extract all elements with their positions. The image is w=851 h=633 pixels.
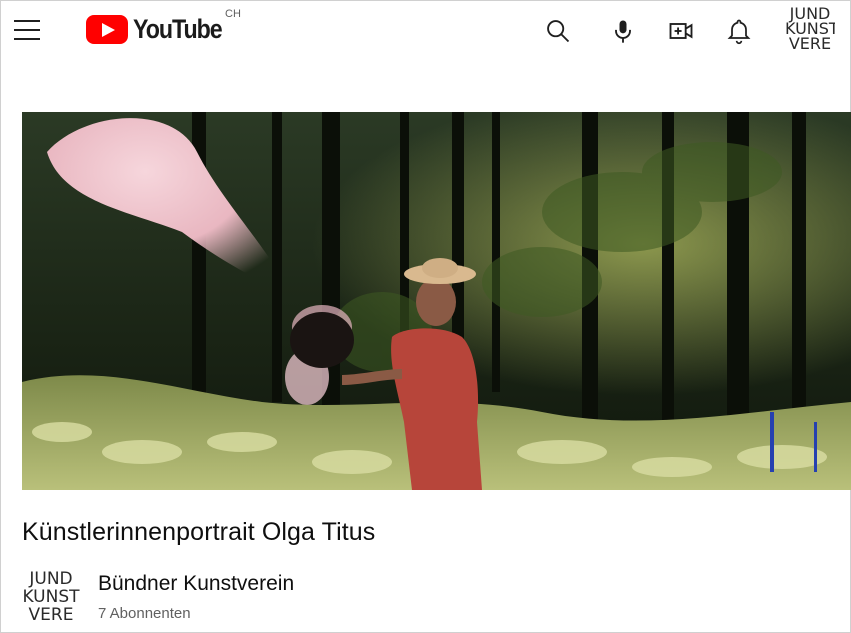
search-icon[interactable] xyxy=(541,14,575,48)
microphone-icon[interactable] xyxy=(606,14,640,48)
account-avatar[interactable]: JUND KUNST VERE xyxy=(785,2,835,54)
video-player[interactable] xyxy=(22,112,851,490)
menu-icon[interactable] xyxy=(14,20,40,42)
video-title: Künstlerinnenportrait Olga Titus xyxy=(22,518,376,546)
video-frame-image xyxy=(22,112,851,490)
youtube-play-icon xyxy=(86,14,128,44)
youtube-logo[interactable]: YouTube xyxy=(86,11,236,47)
channel-avatar[interactable]: JUND KUNST VERE xyxy=(20,566,82,628)
channel-name[interactable]: Bündner Kunstverein xyxy=(98,572,294,596)
bell-icon[interactable] xyxy=(722,14,756,48)
logo-text: YouTube xyxy=(133,13,223,44)
subscriber-count: 7 Abonnenten xyxy=(98,605,191,622)
country-code: CH xyxy=(225,8,241,20)
create-video-icon[interactable] xyxy=(664,14,698,48)
